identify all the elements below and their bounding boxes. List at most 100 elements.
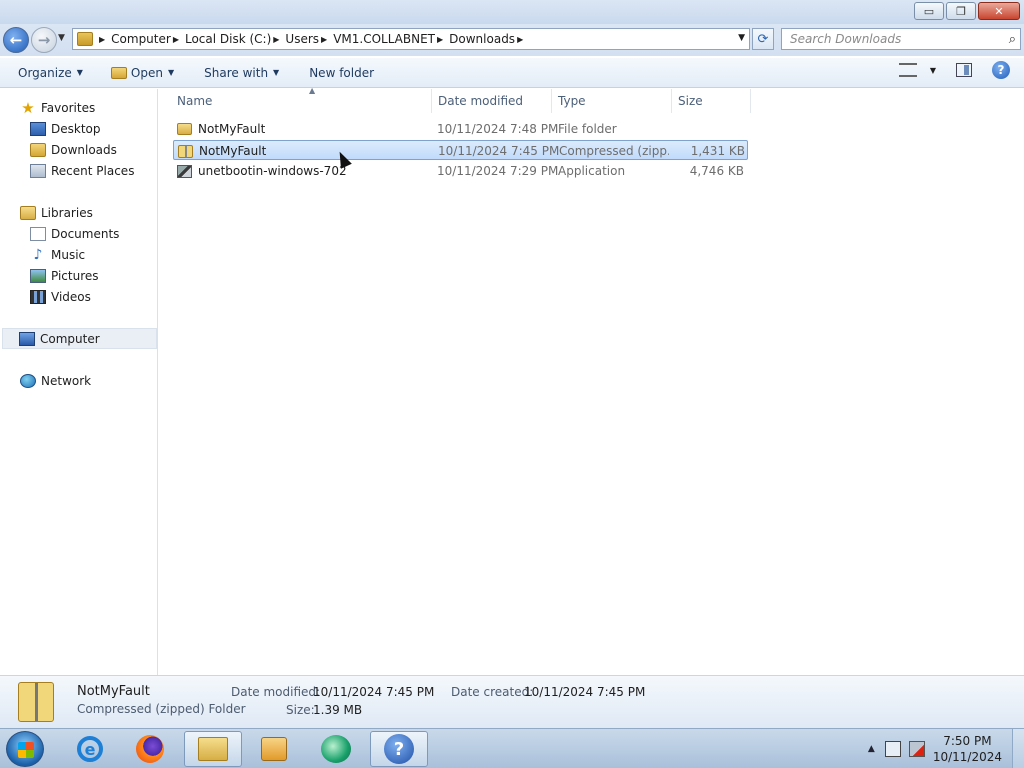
nav-videos[interactable]: Videos	[30, 286, 91, 307]
taskbar-firefox[interactable]	[121, 731, 179, 767]
breadcrumb-computer[interactable]: Computer	[111, 32, 171, 46]
title-bar: ▭ ❐ ✕	[0, 0, 1024, 24]
nav-favorites[interactable]: ★ Favorites	[20, 97, 95, 118]
file-row-selected[interactable]: NotMyFault 10/11/2024 7:45 PM Compressed…	[173, 140, 748, 160]
chevron-right-icon[interactable]: ▶	[173, 35, 179, 44]
column-headers: Name ▲ Date modified Type Size	[159, 86, 759, 113]
search-icon[interactable]: ⌕	[1009, 32, 1016, 47]
details-date-created-label: Date created:	[451, 685, 534, 699]
breadcrumb-downloads[interactable]: Downloads	[449, 32, 515, 46]
new-folder-button[interactable]: New folder	[303, 61, 380, 85]
nav-favorites-label: Favorites	[41, 100, 96, 115]
preview-pane-icon[interactable]	[956, 63, 972, 77]
nav-computer-label: Computer	[40, 331, 100, 346]
column-header-type[interactable]: Type	[552, 89, 672, 113]
show-desktop-button[interactable]	[1012, 729, 1024, 768]
nav-pictures[interactable]: Pictures	[30, 265, 99, 286]
clock[interactable]: 7:50 PM 10/11/2024	[933, 733, 1002, 765]
navigation-pane: ★ Favorites Desktop Downloads Recent Pla…	[0, 89, 158, 675]
music-icon: ♪	[33, 246, 43, 263]
arrow-left-icon: ←	[9, 31, 23, 49]
details-file-name: NotMyFault	[77, 684, 150, 699]
videos-icon	[30, 289, 46, 304]
taskbar-windows-explorer[interactable]	[184, 731, 242, 767]
chevron-right-icon[interactable]: ▶	[273, 35, 279, 44]
file-type: Compressed (zipp...	[559, 144, 669, 158]
action-center-icon[interactable]	[884, 741, 901, 757]
nav-libraries-label: Libraries	[41, 205, 93, 220]
nav-videos-label: Videos	[51, 289, 91, 304]
minimize-button[interactable]: ▭	[914, 2, 944, 20]
start-button[interactable]	[6, 731, 44, 767]
column-header-name[interactable]: Name ▲	[171, 86, 432, 113]
file-size: 1,431 KB	[690, 144, 745, 158]
chevron-right-icon[interactable]: ▶	[321, 35, 327, 44]
open-folder-icon	[110, 66, 127, 79]
details-size: 1.39 MB	[313, 703, 363, 717]
network-icon	[20, 373, 36, 388]
organize-button[interactable]: Organize ▼	[12, 61, 89, 85]
nav-network[interactable]: Network	[20, 370, 91, 391]
open-button[interactable]: Open ▼	[105, 61, 180, 85]
windows-explorer-icon	[198, 737, 228, 761]
nav-pictures-label: Pictures	[51, 268, 99, 283]
nav-desktop[interactable]: Desktop	[30, 118, 101, 139]
nav-libraries[interactable]: Libraries	[20, 202, 93, 223]
desktop-icon	[30, 121, 46, 136]
chevron-right-icon[interactable]: ▶	[437, 35, 443, 44]
recent-pages-dropdown[interactable]: ▼	[58, 33, 65, 43]
show-hidden-icons-icon[interactable]: ▲	[868, 744, 875, 754]
details-pane: NotMyFault Compressed (zipped) Folder Da…	[0, 675, 1024, 728]
network-status-icon[interactable]	[908, 741, 925, 757]
file-type: File folder	[558, 122, 617, 136]
nav-downloads[interactable]: Downloads	[30, 139, 117, 160]
taskbar-internet-explorer[interactable]: e	[61, 731, 119, 767]
help-icon[interactable]: ?	[992, 61, 1010, 79]
organize-label: Organize	[18, 65, 72, 80]
file-row[interactable]: unetbootin-windows-702 10/11/2024 7:29 P…	[173, 161, 748, 181]
search-box[interactable]: ⌕	[781, 28, 1021, 50]
address-history-dropdown[interactable]: ▼	[738, 33, 745, 43]
change-view-icon[interactable]	[898, 63, 917, 77]
close-button[interactable]: ✕	[978, 2, 1020, 20]
file-date: 10/11/2024 7:45 PM	[438, 144, 560, 158]
recent-places-icon	[30, 163, 46, 178]
file-type: Application	[558, 164, 626, 178]
nav-computer[interactable]: Computer	[2, 328, 157, 349]
search-input[interactable]	[790, 32, 990, 46]
share-with-button[interactable]: Share with ▼	[198, 61, 285, 85]
file-list: Name ▲ Date modified Type Size NotMyFaul…	[159, 86, 1024, 675]
taskbar-help[interactable]: ?	[370, 731, 428, 767]
details-date-modified: 10/11/2024 7:45 PM	[313, 685, 435, 699]
chevron-right-icon[interactable]: ▶	[99, 35, 105, 44]
arrow-right-icon: →	[37, 31, 51, 49]
address-row: ← → ▼ ▶ Computer ▶ Local Disk (C:) ▶ Use…	[0, 24, 1024, 56]
breadcrumb-users[interactable]: Users	[285, 32, 319, 46]
address-bar[interactable]: ▶ Computer ▶ Local Disk (C:) ▶ Users ▶ V…	[72, 28, 750, 50]
taskbar-media-player[interactable]	[245, 731, 303, 767]
maximize-button[interactable]: ❐	[946, 2, 976, 20]
chevron-right-icon[interactable]: ▶	[517, 35, 523, 44]
internet-explorer-icon: e	[77, 736, 103, 762]
clock-time: 7:50 PM	[943, 734, 992, 748]
column-header-size[interactable]: Size	[672, 89, 751, 113]
column-header-date[interactable]: Date modified	[432, 89, 552, 113]
back-button[interactable]: ←	[3, 27, 29, 53]
file-date: 10/11/2024 7:29 PM	[437, 164, 559, 178]
help-support-icon: ?	[384, 734, 414, 764]
nav-recent-places[interactable]: Recent Places	[30, 160, 134, 181]
nav-documents[interactable]: Documents	[30, 223, 119, 244]
breadcrumb-user[interactable]: VM1.COLLABNET	[333, 32, 435, 46]
file-name-cell: unetbootin-windows-702	[177, 164, 347, 178]
clock-date: 10/11/2024	[932, 750, 1002, 764]
system-tray: ▲ 7:50 PM 10/11/2024	[868, 729, 1024, 768]
views-dropdown-icon[interactable]: ▼	[930, 66, 936, 75]
breadcrumb-local-disk[interactable]: Local Disk (C:)	[185, 32, 271, 46]
file-row[interactable]: NotMyFault 10/11/2024 7:48 PM File folde…	[173, 119, 748, 139]
forward-button[interactable]: →	[31, 27, 57, 53]
taskbar-green-app[interactable]	[307, 731, 365, 767]
refresh-button[interactable]: ⟳	[752, 28, 774, 50]
green-globe-app-icon	[321, 735, 351, 763]
nav-music[interactable]: ♪ Music	[30, 244, 86, 265]
file-name-cell: NotMyFault	[178, 144, 266, 158]
